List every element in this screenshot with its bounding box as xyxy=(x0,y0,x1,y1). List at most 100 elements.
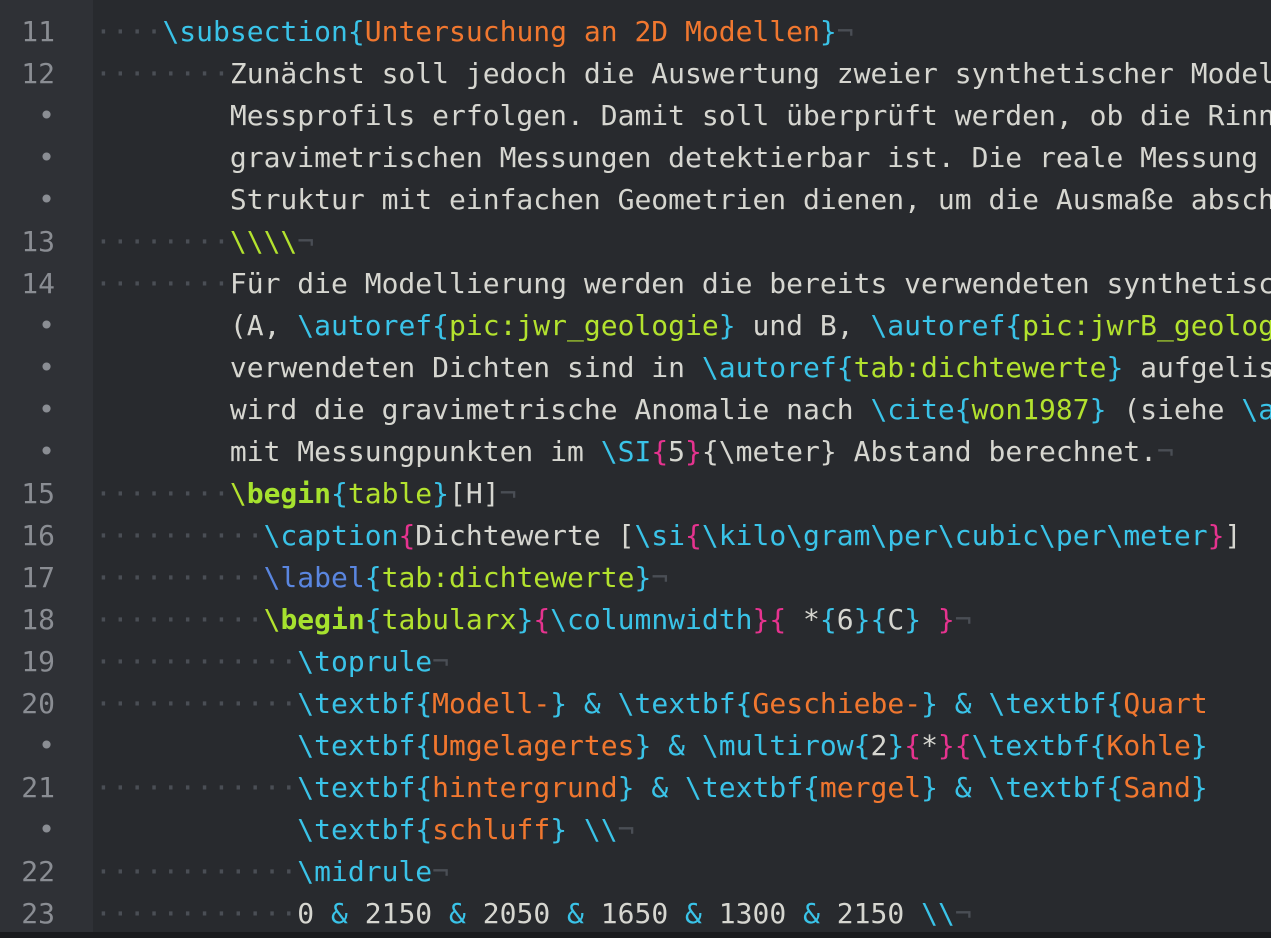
code-token: { xyxy=(1005,309,1023,342)
code-token: \autoref xyxy=(297,309,433,342)
line-number: 13 xyxy=(21,225,55,258)
code-token: } xyxy=(1207,519,1225,552)
code-token: \\ xyxy=(583,813,618,846)
code-token: \multirow xyxy=(701,729,854,762)
code-token: \cite xyxy=(870,393,955,426)
code-token: } xyxy=(904,603,922,636)
code-editor[interactable]: 11 ····\subsection{Untersuchung an 2D Mod… xyxy=(0,0,1271,932)
code-line[interactable]: • verwendeten Dichten sind in \autoref{t… xyxy=(0,347,1271,389)
code-token: } xyxy=(432,477,450,510)
code-line[interactable]: 17 ··········\label{tab:dichtewerte}¬ xyxy=(0,557,1271,599)
code-token: { xyxy=(415,771,433,804)
code-text: ····\subsection{Untersuchung an 2D Model… xyxy=(95,11,854,53)
eol-marker: ¬ xyxy=(432,645,450,678)
wrap-marker: • xyxy=(38,99,55,132)
code-token: schluff xyxy=(432,813,551,846)
code-token: Modell- xyxy=(432,687,551,720)
code-token: { xyxy=(347,15,365,48)
code-line[interactable]: • Struktur mit einfachen Geometrien dien… xyxy=(0,179,1271,221)
code-token: { xyxy=(803,771,820,804)
line-number: 12 xyxy=(21,57,55,90)
code-text: ········Zunächst soll jedoch die Auswert… xyxy=(95,53,1271,95)
wrap-marker: • xyxy=(38,309,55,342)
code-line[interactable]: • (A, \autoref{pic:jwr_geologie} und B, … xyxy=(0,305,1271,347)
line-number: 23 xyxy=(21,897,55,930)
code-token: \textbf xyxy=(297,813,416,846)
code-text: ··········\label{tab:dichtewerte}¬ xyxy=(95,557,668,599)
indent-whitespace: ············ xyxy=(95,855,298,888)
code-token: tab:dichtewerte xyxy=(853,351,1107,384)
code-token: (A, xyxy=(229,309,298,342)
code-token: \caption xyxy=(263,519,399,552)
code-token: 6 xyxy=(836,603,854,636)
line-number: 19 xyxy=(21,645,55,678)
code-line[interactable]: 22 ············\midrule¬ xyxy=(0,851,1271,893)
code-token: } xyxy=(1190,771,1208,804)
code-token: { xyxy=(1106,771,1124,804)
code-line[interactable]: • gravimetrischen Messungen detektierbar… xyxy=(0,137,1271,179)
code-line[interactable]: 19 ············\toprule¬ xyxy=(0,641,1271,683)
code-text: wird die gravimetrische Anomalie nach \c… xyxy=(95,389,1271,431)
code-token: * xyxy=(786,603,820,636)
code-token: Umgelagertes xyxy=(432,729,635,762)
line-number: 18 xyxy=(21,603,55,636)
code-token: } xyxy=(1190,729,1208,762)
line-number: 11 xyxy=(21,15,55,48)
code-token: { xyxy=(331,477,348,510)
eol-marker: ¬ xyxy=(297,225,315,258)
code-token: { xyxy=(904,729,922,762)
code-line[interactable]: • wird die gravimetrische Anomalie nach … xyxy=(0,389,1271,431)
code-token: Für die Modellierung werden die bereits … xyxy=(229,267,1271,300)
editor-bottom-edge xyxy=(0,932,1271,938)
code-token: } xyxy=(853,603,871,636)
code-line[interactable]: 18 ··········\begin{tabularx}{\columnwidt… xyxy=(0,599,1271,641)
code-token: & xyxy=(550,897,601,930)
code-line[interactable]: 21 ············\textbf{hintergrund} & \te… xyxy=(0,767,1271,809)
code-token: } xyxy=(634,729,652,762)
code-text: verwendeten Dichten sind in \autoref{tab… xyxy=(95,347,1271,389)
code-line[interactable]: • \textbf{Umgelagertes} & \multirow{2}{*… xyxy=(0,725,1271,767)
code-line[interactable]: 20 ············\textbf{Modell-} & \textbf… xyxy=(0,683,1271,725)
code-token: gravimetrischen Messungen detektierbar i… xyxy=(229,141,1271,174)
code-token: { xyxy=(954,729,972,762)
code-token: 5 xyxy=(668,435,686,468)
indent-whitespace: ············ xyxy=(95,897,298,930)
line-number: 21 xyxy=(21,771,55,804)
code-line[interactable]: 23 ············0 & 2150 & 2050 & 1650 & 1… xyxy=(0,893,1271,932)
code-text: ············\toprule¬ xyxy=(95,641,449,683)
code-token: \\ xyxy=(921,897,955,930)
code-token: { xyxy=(364,603,382,636)
indent-whitespace: ············ xyxy=(95,771,298,804)
code-line[interactable]: • Messprofils erfolgen. Damit soll überp… xyxy=(0,95,1271,137)
code-line[interactable]: 13 ········\\\\¬ xyxy=(0,221,1271,263)
code-text: ········Für die Modellierung werden die … xyxy=(95,263,1271,305)
code-line[interactable]: 15 ········\begin{table}[H]¬ xyxy=(0,473,1271,515)
code-text: ········\begin{table}[H]¬ xyxy=(95,473,516,515)
code-line[interactable]: • \textbf{schluff} \\¬ xyxy=(0,809,1271,851)
code-token: } xyxy=(718,309,736,342)
code-token: & xyxy=(937,687,989,720)
code-token: begin xyxy=(246,477,332,510)
code-token: { xyxy=(364,561,382,594)
code-token: table xyxy=(347,477,433,510)
line-number: 14 xyxy=(21,267,55,300)
code-line[interactable]: 16 ··········\caption{Dichtewerte [\si{\k… xyxy=(0,515,1271,557)
code-token: { xyxy=(685,519,702,552)
code-token: Struktur mit einfachen Geometrien dienen… xyxy=(229,183,1271,216)
code-token: { xyxy=(533,603,551,636)
code-line[interactable]: 12 ········Zunächst soll jedoch die Auswe… xyxy=(0,53,1271,95)
code-text: Messprofils erfolgen. Damit soll überprü… xyxy=(95,95,1271,137)
code-token: [H] xyxy=(449,477,500,510)
code-line[interactable]: • mit Messungpunkten im \SI{5}{\meter} A… xyxy=(0,431,1271,473)
code-token: { xyxy=(870,603,888,636)
code-token: 0 xyxy=(297,897,315,930)
code-line[interactable]: 11 ····\subsection{Untersuchung an 2D Mod… xyxy=(0,11,1271,53)
code-token: Kohle xyxy=(1106,729,1191,762)
eol-marker: ¬ xyxy=(836,15,854,48)
code-line[interactable]: 14 ········Für die Modellierung werden di… xyxy=(0,263,1271,305)
